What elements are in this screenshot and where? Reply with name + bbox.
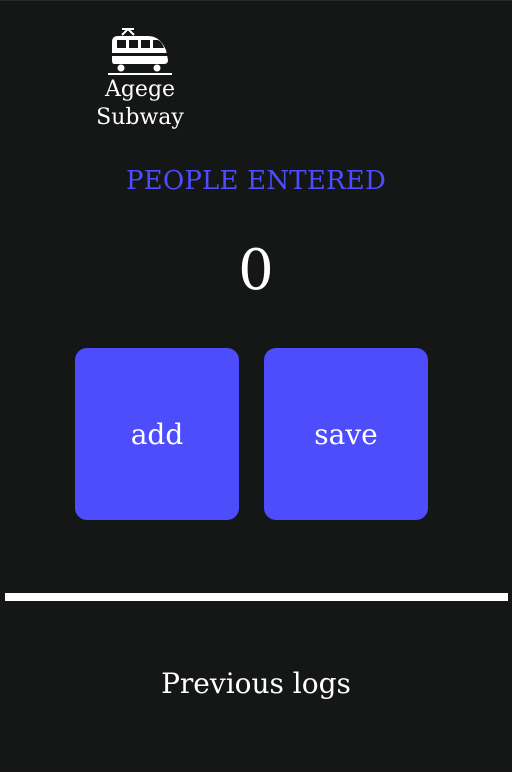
top-edge [0,0,512,1]
count-value: 0 [238,238,274,303]
add-button[interactable]: add [75,348,239,520]
logo-text: Agege Subway [96,77,184,130]
previous-logs-title: Previous logs [161,667,351,700]
save-button[interactable]: save [264,348,428,520]
divider [5,593,508,601]
counter-title: PEOPLE ENTERED [125,166,387,196]
train-icon [108,28,172,76]
logo: Agege Subway [62,26,218,130]
